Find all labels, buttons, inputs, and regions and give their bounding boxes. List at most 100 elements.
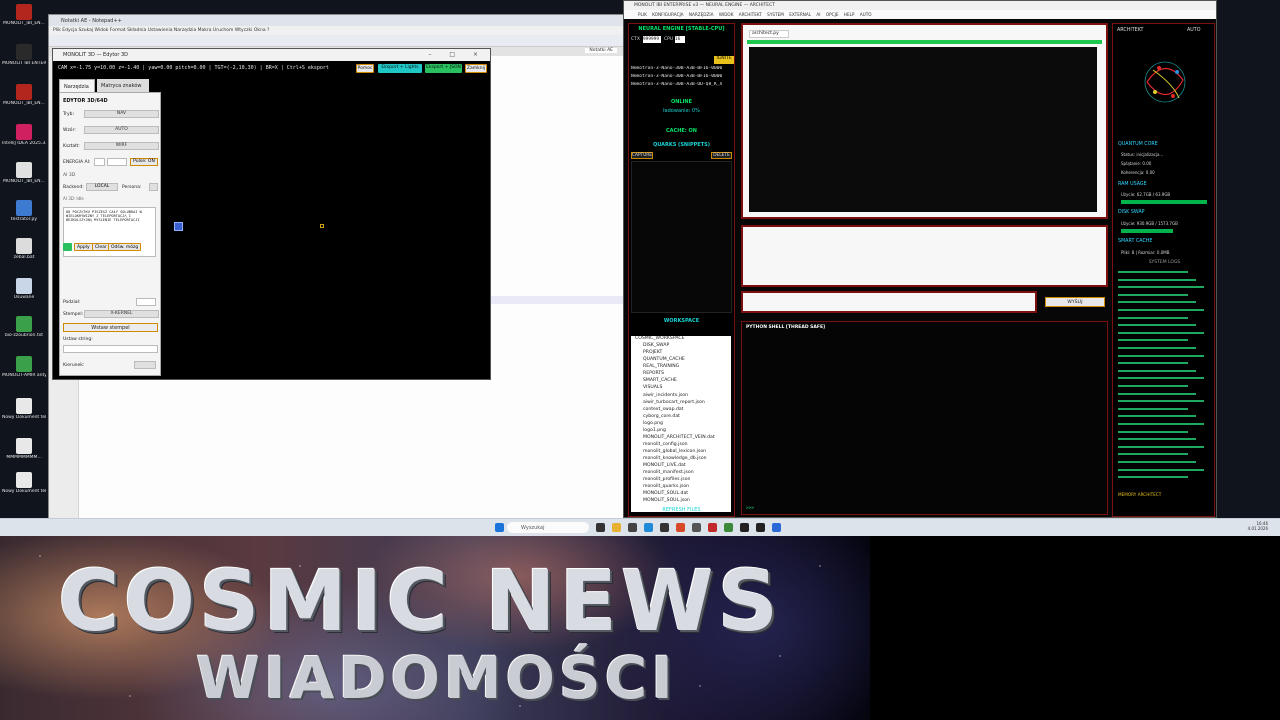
- app-icon[interactable]: [708, 523, 717, 532]
- tree-item[interactable]: COSMIC_WORKSPACE: [635, 336, 685, 341]
- direction-select[interactable]: [134, 361, 156, 369]
- green-toggle[interactable]: [63, 243, 72, 251]
- app-icon[interactable]: [772, 523, 781, 532]
- set-string-input[interactable]: [63, 345, 158, 353]
- stamp-select[interactable]: X-KERNEL: [84, 310, 159, 318]
- tree-item[interactable]: aiwir_turbocart_report.json: [643, 400, 705, 405]
- tree-item[interactable]: aiwir_incidents.json: [643, 393, 688, 398]
- export-lights-button[interactable]: Eksport + Lights: [378, 64, 422, 73]
- backend-select[interactable]: LOCAL: [86, 183, 118, 191]
- tree-item[interactable]: MONOLIT_ARCHITECT_VEIN.dat: [643, 435, 715, 440]
- brave-icon[interactable]: [676, 523, 685, 532]
- model-item[interactable]: Nemotron-3-Nano-30B-A3B-BF16-0000: [631, 74, 732, 81]
- pattern-select[interactable]: AUTO: [84, 126, 159, 134]
- desktop-icon[interactable]: Nowy Dokument tekstowy (4).txt: [2, 396, 46, 436]
- desktop-icon[interactable]: MONOLIT IBI ENTERPRISE: [2, 42, 46, 82]
- persona-select[interactable]: [149, 183, 158, 191]
- desktop-icon[interactable]: MONOLIT-AMIR antyvirus mod...: [2, 354, 46, 394]
- response-area[interactable]: [741, 225, 1108, 287]
- export-json-button[interactable]: Eksport + JSON: [425, 64, 462, 73]
- tree-item[interactable]: monolit_quarks.json: [643, 484, 689, 489]
- tree-item[interactable]: monolit_knowledge_db.json: [643, 456, 707, 461]
- mode-select[interactable]: NAV: [84, 110, 159, 118]
- tree-item[interactable]: VISUALS: [643, 385, 662, 390]
- refresh-brain-button[interactable]: Odśw. mózg: [108, 243, 142, 251]
- tree-item[interactable]: MONOLIT_SOUL.json: [643, 498, 690, 503]
- edge-icon[interactable]: [644, 523, 653, 532]
- tree-item[interactable]: DISK_SWAP: [643, 343, 669, 348]
- ctx-input[interactable]: 999999: [643, 36, 661, 43]
- delete-button[interactable]: DELETE: [711, 152, 732, 159]
- desktop-icon[interactable]: bio-zzoubrion.txt: [2, 314, 46, 354]
- taskbar-search[interactable]: Wyszukaj: [507, 522, 589, 533]
- pulse-toggle[interactable]: Pulse: ON: [130, 158, 158, 166]
- file-tab[interactable]: architect.py: [749, 30, 789, 38]
- tree-item[interactable]: QUANTUM_CACHE: [643, 357, 685, 362]
- tree-item[interactable]: context_swap.dat: [643, 407, 684, 412]
- notepad-tab[interactable]: Notatki AE: [585, 48, 617, 53]
- desktop-icon[interactable]: MONOLIT_IBI_EN...: [2, 2, 46, 42]
- apply-button[interactable]: Apply: [74, 243, 93, 251]
- shape-select[interactable]: WIRF: [84, 142, 159, 150]
- task-view-icon[interactable]: [596, 523, 605, 532]
- tree-item[interactable]: MONOLIT_LIVE.dat: [643, 463, 686, 468]
- banner-title: COSMIC NEWS: [58, 552, 783, 650]
- tree-item[interactable]: logo.png: [643, 421, 663, 426]
- desktop-icon[interactable]: MONOLIT_IBI_EN...: [2, 82, 46, 122]
- tree-item[interactable]: monolit_manifest.json: [643, 470, 694, 475]
- scene-cursor-marker[interactable]: [174, 222, 183, 231]
- tree-item[interactable]: logo1.png: [643, 428, 666, 433]
- tab-tools[interactable]: Narzędzia: [59, 79, 95, 92]
- model-item[interactable]: Nemotron-3-Nano-30B-A3B-BF16-0000: [631, 66, 732, 73]
- desktop-icon[interactable]: IntelliJ IDEA 2025.3.1: [2, 122, 46, 162]
- insert-stamp-button[interactable]: Wstaw stempel: [63, 323, 158, 332]
- refresh-files-button[interactable]: REFRESH FILES: [629, 507, 734, 516]
- start-icon[interactable]: [495, 523, 504, 532]
- code-area[interactable]: [749, 47, 1097, 212]
- tree-item[interactable]: monolit_profiles.json: [643, 477, 690, 482]
- quarks-list[interactable]: [631, 161, 732, 313]
- terminal-icon[interactable]: [660, 523, 669, 532]
- capture-button[interactable]: CAPTURE: [631, 152, 653, 159]
- app-icon[interactable]: [740, 523, 749, 532]
- tree-item[interactable]: REPORTS: [643, 371, 664, 376]
- desktop-icon[interactable]: testrator.py: [2, 198, 46, 238]
- clock-date: 4.01.2026: [1247, 526, 1268, 531]
- chat-input[interactable]: [741, 291, 1037, 313]
- python-shell[interactable]: PYTHON SHELL [THREAD SAFE] >>>: [741, 321, 1108, 515]
- tree-item[interactable]: monolit_config.json: [643, 442, 688, 447]
- workspace-tree[interactable]: COSMIC_WORKSPACE DISK_SWAP PROJEKT QUANT…: [631, 336, 731, 512]
- app-icon[interactable]: [692, 523, 701, 532]
- split-input[interactable]: [136, 298, 156, 306]
- close-button[interactable]: Zamknij: [465, 64, 487, 73]
- notepad-toolbar[interactable]: [49, 35, 623, 47]
- ignite-button[interactable]: IGNITE: [714, 56, 734, 64]
- tree-item[interactable]: MONOLIT_SOUL.dat: [643, 491, 688, 496]
- auto-checkbox[interactable]: AUTO: [1187, 28, 1201, 33]
- tree-item[interactable]: monolit_global_lexicon.json: [643, 449, 706, 454]
- cpu-input[interactable]: 16: [675, 36, 685, 43]
- tree-item[interactable]: PROJEKT: [643, 350, 662, 355]
- app-icon[interactable]: [724, 523, 733, 532]
- notepad-menu[interactable]: Plik Edycja Szukaj Widok Format Składnia…: [49, 26, 623, 35]
- app-icon[interactable]: [756, 523, 765, 532]
- architect-checkbox[interactable]: ARCHITEKT: [1117, 28, 1143, 33]
- store-icon[interactable]: [628, 523, 637, 532]
- window-controls[interactable]: – □ ×: [428, 51, 486, 58]
- desktop-icon[interactable]: zebal.bat: [2, 236, 46, 276]
- send-button[interactable]: WYŚLIJ: [1045, 297, 1105, 307]
- tree-item[interactable]: cyborg_core.dat: [643, 414, 680, 419]
- taskbar-clock[interactable]: 16:46 4.01.2026: [1248, 521, 1268, 531]
- model-item[interactable]: Nemotron-3-Nano-30B-A3B-UD-Q8_K_X: [631, 82, 732, 89]
- app-menu[interactable]: PLIK KONFIGURACJA NARZĘDZIA WIDOK ARCHIT…: [624, 10, 1216, 19]
- tree-item[interactable]: REAL_TRAINING: [643, 364, 679, 369]
- energy-input[interactable]: [94, 158, 105, 166]
- tab-char-matrix[interactable]: Matryca znaków: [97, 79, 149, 92]
- file-explorer-icon[interactable]: [612, 523, 621, 532]
- tree-item[interactable]: SMART_CACHE: [643, 378, 677, 383]
- desktop-icon[interactable]: Nowy Dokument tekstowy (5).txt.py: [2, 470, 46, 510]
- desktop-icon[interactable]: MONOLIT_IBI_EN...: [2, 160, 46, 200]
- help-button[interactable]: Pomoc: [356, 64, 374, 73]
- desktop-icon[interactable]: Usuwane: [2, 276, 46, 316]
- energy-value-input[interactable]: [107, 158, 127, 166]
